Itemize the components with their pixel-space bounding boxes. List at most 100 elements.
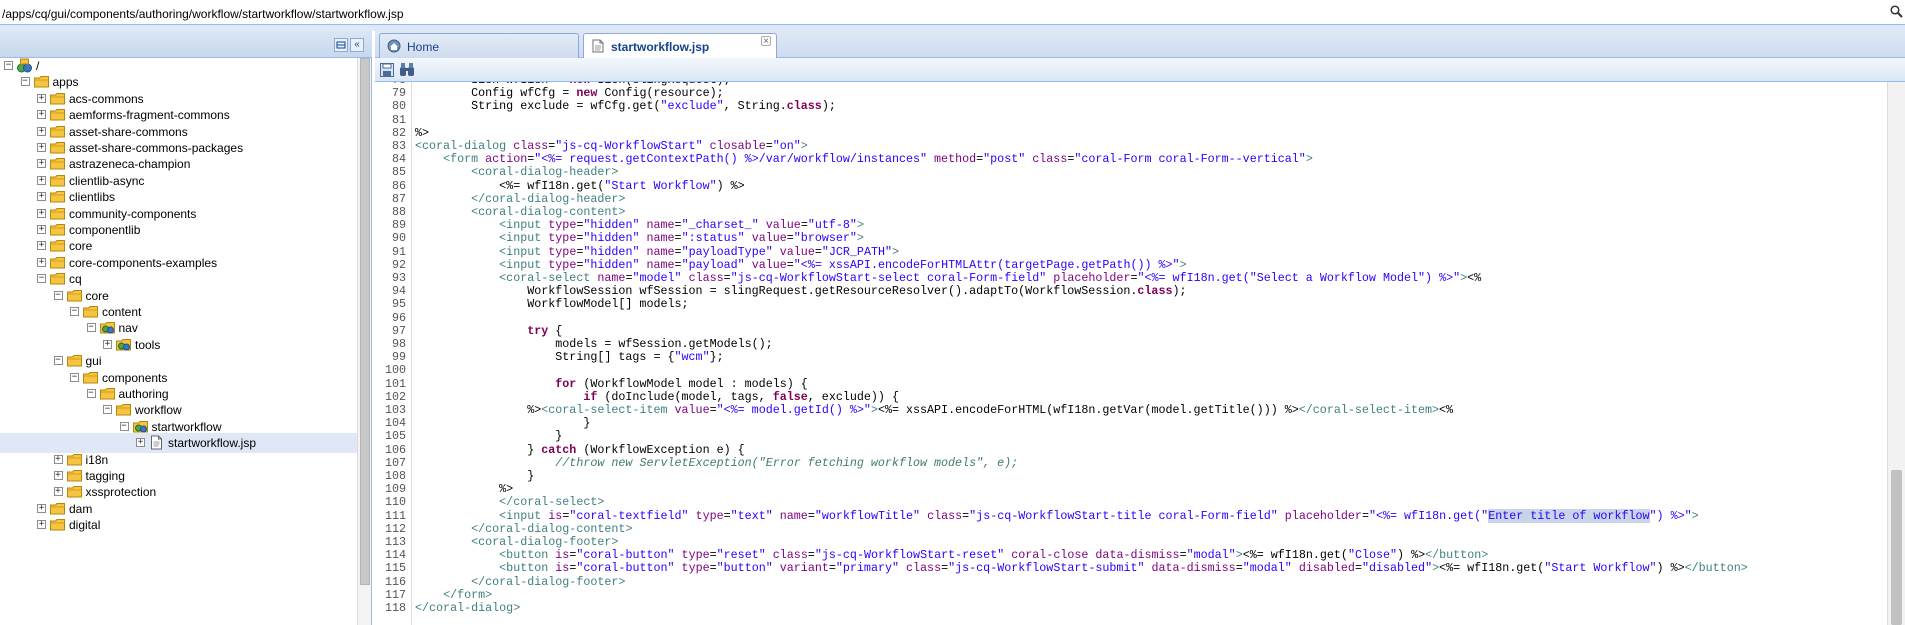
code-token: = [807, 508, 815, 523]
code-editor[interactable]: 7879808182838485868788899091929394959697… [375, 82, 1887, 625]
tree-node-label[interactable]: nav [119, 321, 138, 335]
tree-node-label[interactable]: startworkflow.jsp [168, 436, 256, 450]
tree-node-label[interactable]: apps [53, 75, 79, 89]
folder-icon [50, 158, 65, 170]
collapse-toggle-icon[interactable]: − [86, 389, 96, 398]
collapse-toggle-icon[interactable]: − [119, 421, 129, 431]
find-icon[interactable] [399, 62, 415, 78]
editor-scrollbar[interactable] [1887, 82, 1905, 625]
expand-toggle-icon[interactable]: + [53, 487, 63, 497]
expand-toggle-icon[interactable]: + [37, 241, 46, 251]
tree-node-label[interactable]: clientlibs [69, 190, 115, 204]
code-token: type [541, 244, 577, 259]
code-token: <coral-dialog-footer> [471, 535, 619, 549]
expand-toggle-icon[interactable]: + [37, 208, 46, 218]
tree-node-label[interactable]: i18n [86, 453, 109, 467]
code-token: variant [772, 561, 829, 576]
tree-node-label[interactable]: core-components-examples [69, 256, 217, 270]
expand-toggle-icon[interactable]: + [37, 175, 46, 185]
collapse-toggle-icon[interactable]: − [20, 77, 30, 87]
code-token: type [688, 508, 724, 523]
tree-scrollbar[interactable] [357, 58, 371, 625]
expand-toggle-icon[interactable]: + [37, 143, 46, 152]
collapse-toggle-icon[interactable]: − [4, 61, 13, 70]
tree-node-label[interactable]: asset-share-commons-packages [69, 141, 243, 155]
expand-toggle-icon[interactable]: + [37, 503, 46, 513]
tree-node-label[interactable]: dam [69, 502, 92, 516]
path-text[interactable]: /apps/cq/gui/components/authoring/workfl… [2, 7, 404, 21]
tree-node-label[interactable]: digital [69, 518, 100, 532]
line-number: 101 [384, 376, 406, 391]
tree-node-label[interactable]: core [69, 239, 92, 253]
root-node-icon [17, 58, 32, 73]
tree-node-label[interactable]: asset-share-commons [69, 125, 188, 139]
collapse-toggle-icon[interactable]: − [86, 323, 96, 333]
collapse-panel-icon[interactable]: « [350, 38, 364, 52]
expand-toggle-icon[interactable]: + [53, 471, 63, 480]
code-line[interactable]: </coral-dialog> [415, 601, 520, 615]
code-token: "coral-button" [576, 548, 675, 563]
tree-node[interactable]: + digital [0, 515, 357, 535]
folder-icon [50, 273, 65, 285]
code-token: "js-cq-WorkflowStart-submit" [948, 561, 1145, 576]
collapse-toggle-icon[interactable]: − [70, 307, 79, 316]
expand-toggle-icon[interactable]: + [53, 454, 63, 464]
tree-node-label[interactable]: xssprotection [86, 485, 157, 499]
tree-node-label[interactable]: workflow [135, 403, 182, 417]
tree-node-label[interactable]: componentlib [69, 223, 140, 237]
tree-node-label[interactable]: cq [69, 272, 82, 286]
code-line[interactable]: String[] tags = {"wcm"}; [415, 351, 723, 364]
code-token: = [828, 561, 836, 576]
expand-toggle-icon[interactable]: + [37, 257, 46, 267]
tree-node-label[interactable]: authoring [119, 387, 169, 401]
close-icon[interactable]: × [761, 36, 771, 47]
code-line[interactable]: String exclude = wfCfg.get("exclude", St… [415, 100, 836, 113]
tree-node-label[interactable]: astrazeneca-champion [69, 157, 190, 171]
tree-node-label[interactable]: tools [135, 338, 160, 352]
tree-scrollbar-thumb[interactable] [360, 58, 370, 585]
expand-toggle-icon[interactable]: + [37, 126, 46, 136]
expand-toggle-icon[interactable]: + [37, 520, 46, 530]
line-number-gutter: 7879808182838485868788899091929394959697… [375, 82, 412, 625]
expand-toggle-icon[interactable]: + [103, 339, 112, 349]
expand-toggle-icon[interactable]: + [37, 110, 46, 120]
editor-scrollbar-thumb[interactable] [1891, 470, 1902, 625]
tab-startworkflow-jsp[interactable]: startworkflow.jsp × [583, 33, 777, 59]
tree-node-label[interactable]: core [86, 289, 109, 303]
tab-home[interactable]: Home [379, 33, 579, 58]
expand-toggle-icon[interactable]: + [37, 159, 46, 169]
collapse-toggle-icon[interactable]: − [53, 356, 63, 366]
tree-node-label[interactable]: startworkflow [152, 420, 222, 434]
code-token: closable [702, 139, 766, 153]
path-bar[interactable]: /apps/cq/gui/components/authoring/workfl… [0, 0, 1905, 25]
code-token: name [772, 508, 808, 523]
collapse-toggle-icon[interactable]: − [53, 290, 63, 300]
expand-toggle-icon[interactable]: + [37, 192, 46, 202]
tree-node-label[interactable]: gui [86, 354, 102, 368]
tree-node-label[interactable]: content [102, 305, 141, 319]
tab-home-label: Home [407, 40, 440, 54]
expand-toggle-icon[interactable]: + [37, 225, 46, 234]
search-icon[interactable] [1890, 5, 1903, 18]
tree-node-label[interactable]: aemforms-fragment-commons [69, 108, 230, 122]
tree-node-label[interactable]: components [102, 371, 167, 385]
save-icon[interactable] [379, 62, 395, 78]
tree-node-label[interactable]: acs-commons [69, 92, 144, 106]
code-token: = [1354, 561, 1362, 576]
collapse-toggle-icon[interactable]: − [37, 274, 46, 284]
tree-node-label[interactable]: clientlib-async [69, 174, 144, 188]
code-token: coral-close data-dismiss [1004, 548, 1180, 563]
collapse-toggle-icon[interactable]: − [70, 372, 79, 382]
expand-toggle-icon[interactable]: + [37, 93, 46, 103]
tree-node-label[interactable]: tagging [86, 469, 125, 483]
refresh-icon[interactable] [334, 38, 348, 52]
expand-toggle-icon[interactable]: + [136, 438, 145, 448]
collapse-toggle-icon[interactable]: − [103, 405, 112, 415]
code-line[interactable]: WorkflowModel[] models; [415, 298, 688, 311]
code-token: "reset" [716, 548, 766, 563]
tree-node-label[interactable]: community-components [69, 207, 196, 221]
tree-node-label[interactable]: / [36, 59, 39, 73]
